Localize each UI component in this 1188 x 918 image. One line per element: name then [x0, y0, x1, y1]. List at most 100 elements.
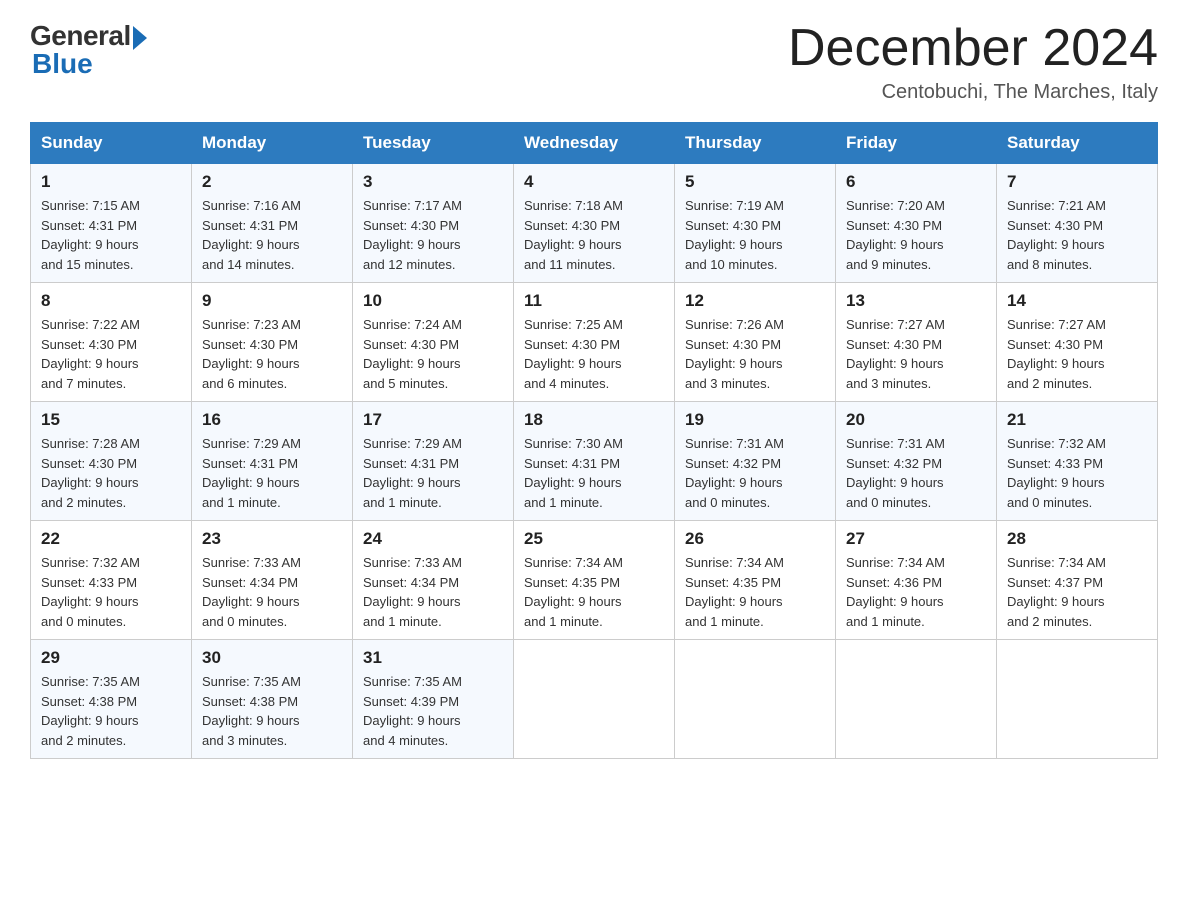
calendar-cell: 28 Sunrise: 7:34 AM Sunset: 4:37 PM Dayl…	[997, 521, 1158, 640]
day-info: Sunrise: 7:29 AM Sunset: 4:31 PM Dayligh…	[363, 434, 503, 512]
day-number: 8	[41, 291, 181, 311]
day-number: 26	[685, 529, 825, 549]
day-number: 2	[202, 172, 342, 192]
logo-arrow-icon	[133, 26, 147, 50]
calendar-cell: 29 Sunrise: 7:35 AM Sunset: 4:38 PM Dayl…	[31, 640, 192, 759]
calendar-week-2: 8 Sunrise: 7:22 AM Sunset: 4:30 PM Dayli…	[31, 283, 1158, 402]
day-info: Sunrise: 7:21 AM Sunset: 4:30 PM Dayligh…	[1007, 196, 1147, 274]
calendar-cell	[997, 640, 1158, 759]
day-number: 5	[685, 172, 825, 192]
calendar-cell	[514, 640, 675, 759]
day-number: 9	[202, 291, 342, 311]
calendar-cell: 19 Sunrise: 7:31 AM Sunset: 4:32 PM Dayl…	[675, 402, 836, 521]
calendar-cell: 13 Sunrise: 7:27 AM Sunset: 4:30 PM Dayl…	[836, 283, 997, 402]
calendar-cell: 3 Sunrise: 7:17 AM Sunset: 4:30 PM Dayli…	[353, 164, 514, 283]
calendar-cell	[675, 640, 836, 759]
day-number: 3	[363, 172, 503, 192]
day-info: Sunrise: 7:35 AM Sunset: 4:38 PM Dayligh…	[202, 672, 342, 750]
day-number: 11	[524, 291, 664, 311]
calendar-cell: 15 Sunrise: 7:28 AM Sunset: 4:30 PM Dayl…	[31, 402, 192, 521]
calendar-cell: 30 Sunrise: 7:35 AM Sunset: 4:38 PM Dayl…	[192, 640, 353, 759]
day-info: Sunrise: 7:31 AM Sunset: 4:32 PM Dayligh…	[685, 434, 825, 512]
header-tuesday: Tuesday	[353, 123, 514, 164]
header-thursday: Thursday	[675, 123, 836, 164]
day-info: Sunrise: 7:34 AM Sunset: 4:37 PM Dayligh…	[1007, 553, 1147, 631]
day-number: 21	[1007, 410, 1147, 430]
calendar-cell: 25 Sunrise: 7:34 AM Sunset: 4:35 PM Dayl…	[514, 521, 675, 640]
calendar-cell: 17 Sunrise: 7:29 AM Sunset: 4:31 PM Dayl…	[353, 402, 514, 521]
day-info: Sunrise: 7:23 AM Sunset: 4:30 PM Dayligh…	[202, 315, 342, 393]
day-info: Sunrise: 7:30 AM Sunset: 4:31 PM Dayligh…	[524, 434, 664, 512]
day-info: Sunrise: 7:24 AM Sunset: 4:30 PM Dayligh…	[363, 315, 503, 393]
calendar-cell: 24 Sunrise: 7:33 AM Sunset: 4:34 PM Dayl…	[353, 521, 514, 640]
day-number: 4	[524, 172, 664, 192]
header-monday: Monday	[192, 123, 353, 164]
calendar-cell: 9 Sunrise: 7:23 AM Sunset: 4:30 PM Dayli…	[192, 283, 353, 402]
header-saturday: Saturday	[997, 123, 1158, 164]
day-info: Sunrise: 7:16 AM Sunset: 4:31 PM Dayligh…	[202, 196, 342, 274]
calendar-week-4: 22 Sunrise: 7:32 AM Sunset: 4:33 PM Dayl…	[31, 521, 1158, 640]
day-number: 24	[363, 529, 503, 549]
day-info: Sunrise: 7:33 AM Sunset: 4:34 PM Dayligh…	[202, 553, 342, 631]
calendar-cell: 16 Sunrise: 7:29 AM Sunset: 4:31 PM Dayl…	[192, 402, 353, 521]
day-info: Sunrise: 7:25 AM Sunset: 4:30 PM Dayligh…	[524, 315, 664, 393]
header-friday: Friday	[836, 123, 997, 164]
calendar-cell: 23 Sunrise: 7:33 AM Sunset: 4:34 PM Dayl…	[192, 521, 353, 640]
calendar-week-5: 29 Sunrise: 7:35 AM Sunset: 4:38 PM Dayl…	[31, 640, 1158, 759]
calendar-cell: 1 Sunrise: 7:15 AM Sunset: 4:31 PM Dayli…	[31, 164, 192, 283]
calendar-cell: 18 Sunrise: 7:30 AM Sunset: 4:31 PM Dayl…	[514, 402, 675, 521]
day-info: Sunrise: 7:27 AM Sunset: 4:30 PM Dayligh…	[846, 315, 986, 393]
day-number: 27	[846, 529, 986, 549]
day-info: Sunrise: 7:29 AM Sunset: 4:31 PM Dayligh…	[202, 434, 342, 512]
day-info: Sunrise: 7:31 AM Sunset: 4:32 PM Dayligh…	[846, 434, 986, 512]
day-info: Sunrise: 7:35 AM Sunset: 4:38 PM Dayligh…	[41, 672, 181, 750]
day-number: 1	[41, 172, 181, 192]
calendar-cell: 5 Sunrise: 7:19 AM Sunset: 4:30 PM Dayli…	[675, 164, 836, 283]
calendar-week-1: 1 Sunrise: 7:15 AM Sunset: 4:31 PM Dayli…	[31, 164, 1158, 283]
calendar-cell: 10 Sunrise: 7:24 AM Sunset: 4:30 PM Dayl…	[353, 283, 514, 402]
month-title: December 2024	[788, 20, 1158, 77]
day-info: Sunrise: 7:34 AM Sunset: 4:35 PM Dayligh…	[685, 553, 825, 631]
day-number: 7	[1007, 172, 1147, 192]
calendar-cell: 21 Sunrise: 7:32 AM Sunset: 4:33 PM Dayl…	[997, 402, 1158, 521]
day-number: 22	[41, 529, 181, 549]
calendar-cell: 4 Sunrise: 7:18 AM Sunset: 4:30 PM Dayli…	[514, 164, 675, 283]
calendar-cell: 2 Sunrise: 7:16 AM Sunset: 4:31 PM Dayli…	[192, 164, 353, 283]
calendar-header-row: SundayMondayTuesdayWednesdayThursdayFrid…	[31, 123, 1158, 164]
day-info: Sunrise: 7:34 AM Sunset: 4:35 PM Dayligh…	[524, 553, 664, 631]
calendar-cell: 6 Sunrise: 7:20 AM Sunset: 4:30 PM Dayli…	[836, 164, 997, 283]
day-info: Sunrise: 7:33 AM Sunset: 4:34 PM Dayligh…	[363, 553, 503, 631]
calendar-week-3: 15 Sunrise: 7:28 AM Sunset: 4:30 PM Dayl…	[31, 402, 1158, 521]
calendar-cell: 8 Sunrise: 7:22 AM Sunset: 4:30 PM Dayli…	[31, 283, 192, 402]
logo: General Blue	[30, 20, 147, 80]
day-number: 17	[363, 410, 503, 430]
calendar-cell: 31 Sunrise: 7:35 AM Sunset: 4:39 PM Dayl…	[353, 640, 514, 759]
calendar-cell: 12 Sunrise: 7:26 AM Sunset: 4:30 PM Dayl…	[675, 283, 836, 402]
calendar-cell: 11 Sunrise: 7:25 AM Sunset: 4:30 PM Dayl…	[514, 283, 675, 402]
header-sunday: Sunday	[31, 123, 192, 164]
day-number: 14	[1007, 291, 1147, 311]
header-wednesday: Wednesday	[514, 123, 675, 164]
calendar-table: SundayMondayTuesdayWednesdayThursdayFrid…	[30, 122, 1158, 759]
day-info: Sunrise: 7:18 AM Sunset: 4:30 PM Dayligh…	[524, 196, 664, 274]
calendar-cell: 26 Sunrise: 7:34 AM Sunset: 4:35 PM Dayl…	[675, 521, 836, 640]
day-info: Sunrise: 7:19 AM Sunset: 4:30 PM Dayligh…	[685, 196, 825, 274]
day-number: 6	[846, 172, 986, 192]
day-info: Sunrise: 7:32 AM Sunset: 4:33 PM Dayligh…	[1007, 434, 1147, 512]
day-number: 15	[41, 410, 181, 430]
calendar-cell: 20 Sunrise: 7:31 AM Sunset: 4:32 PM Dayl…	[836, 402, 997, 521]
day-info: Sunrise: 7:28 AM Sunset: 4:30 PM Dayligh…	[41, 434, 181, 512]
calendar-cell	[836, 640, 997, 759]
day-number: 29	[41, 648, 181, 668]
day-number: 16	[202, 410, 342, 430]
calendar-cell: 7 Sunrise: 7:21 AM Sunset: 4:30 PM Dayli…	[997, 164, 1158, 283]
day-info: Sunrise: 7:26 AM Sunset: 4:30 PM Dayligh…	[685, 315, 825, 393]
day-info: Sunrise: 7:17 AM Sunset: 4:30 PM Dayligh…	[363, 196, 503, 274]
day-info: Sunrise: 7:35 AM Sunset: 4:39 PM Dayligh…	[363, 672, 503, 750]
day-info: Sunrise: 7:32 AM Sunset: 4:33 PM Dayligh…	[41, 553, 181, 631]
logo-blue-text: Blue	[30, 48, 93, 80]
day-number: 25	[524, 529, 664, 549]
calendar-cell: 14 Sunrise: 7:27 AM Sunset: 4:30 PM Dayl…	[997, 283, 1158, 402]
day-info: Sunrise: 7:22 AM Sunset: 4:30 PM Dayligh…	[41, 315, 181, 393]
title-area: December 2024 Centobuchi, The Marches, I…	[788, 20, 1158, 104]
